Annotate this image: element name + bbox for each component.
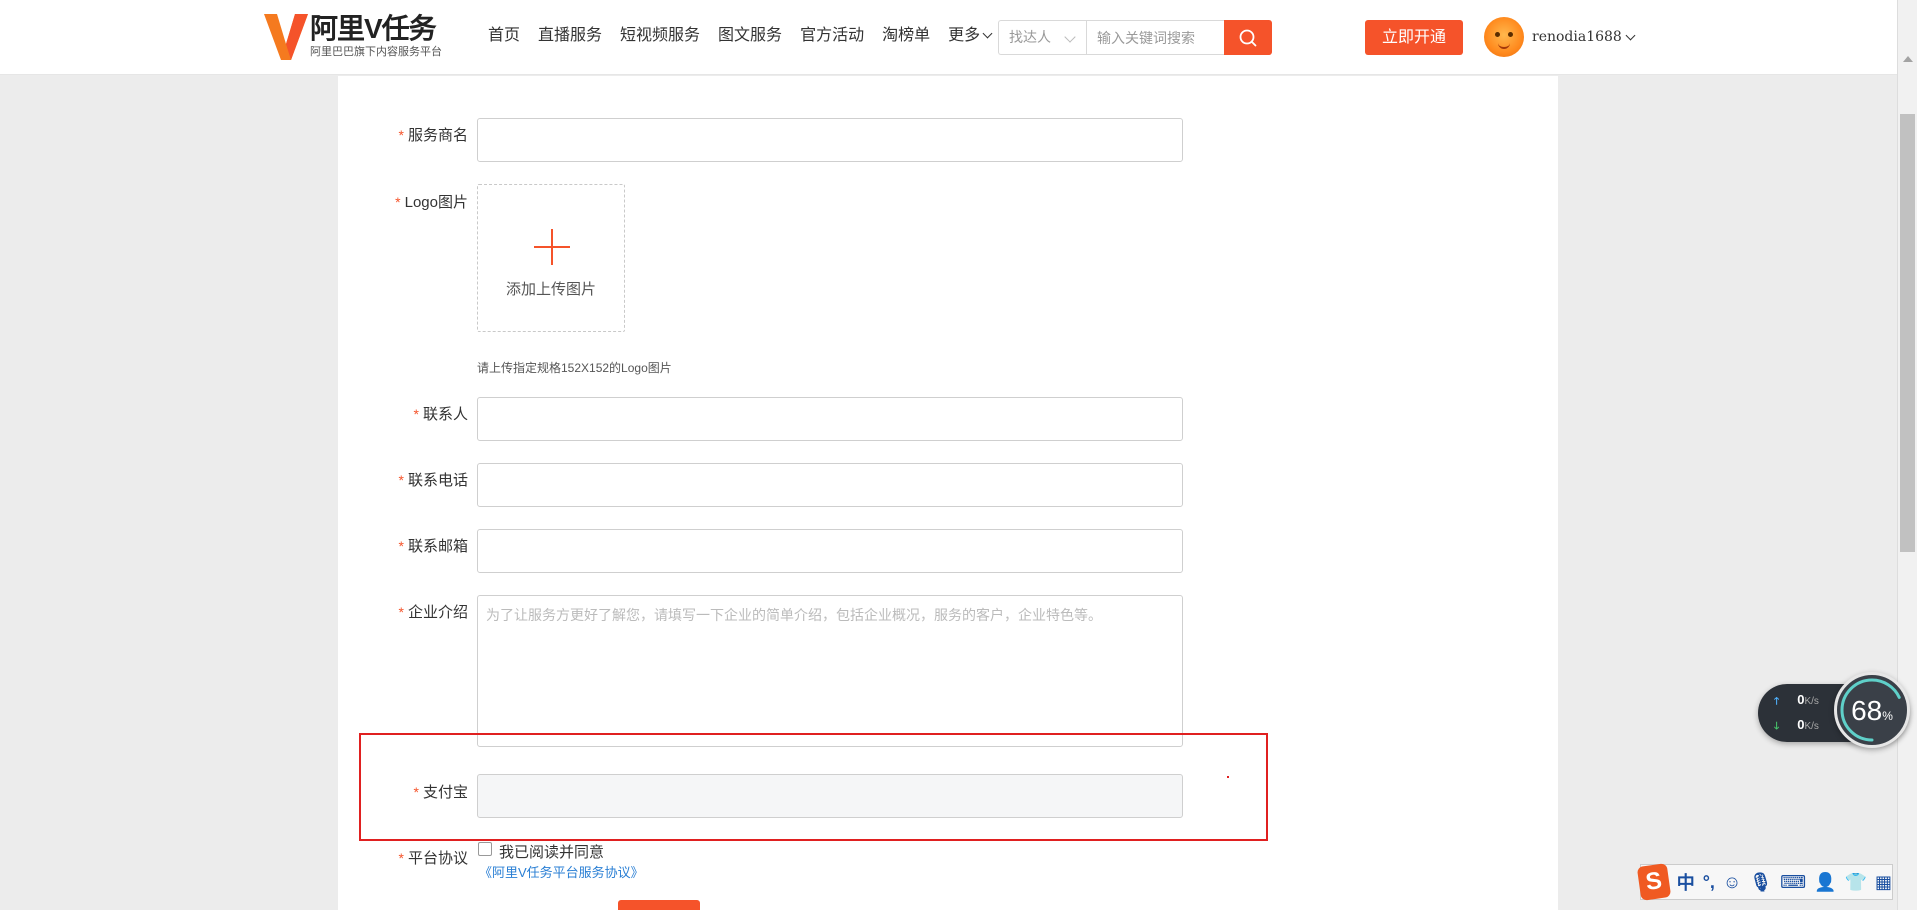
contact-input[interactable] [477, 397, 1183, 441]
upload-text: 添加上传图片 [505, 281, 596, 298]
ime-toolbar: S 中 °, ☺ 🎙 ⌨ 👤 👕 ▦ [1636, 863, 1893, 901]
v-logo-icon [264, 14, 308, 60]
grid-icon[interactable]: ▦ [1875, 872, 1892, 893]
main-nav: 首页 直播服务 短视频服务 图文服务 官方活动 淘榜单 更多 [488, 26, 1009, 46]
memory-gauge[interactable]: 68% [1834, 672, 1910, 748]
agree-text: 我已阅读并同意 [499, 844, 605, 861]
logo-hint: 请上传指定规格152X152的Logo图片 [477, 361, 672, 375]
intro-label: * 企业介绍 [398, 604, 468, 621]
username: renodia1688 [1532, 29, 1622, 45]
search-type-value: 找达人 [1009, 29, 1051, 45]
gauge-percent: 68% [1851, 695, 1893, 726]
nav-home[interactable]: 首页 [488, 26, 520, 46]
scroll-up-arrow-icon[interactable] [1903, 56, 1913, 62]
phone-label: * 联系电话 [398, 472, 468, 489]
nav-live[interactable]: 直播服务 [538, 26, 602, 46]
logo-upload[interactable]: 添加上传图片 [477, 184, 625, 332]
intro-textarea[interactable]: 为了让服务方更好了解您，请填写一下企业的简单介绍，包括企业概况，服务的客户，企业… [477, 595, 1183, 747]
skin-icon[interactable]: 👕 [1845, 872, 1867, 893]
chevron-down-icon [1625, 30, 1636, 40]
microphone-icon[interactable]: 🎙 [1749, 872, 1772, 893]
user-menu[interactable]: renodia1688 [1484, 17, 1636, 57]
sogou-logo-icon[interactable]: S [1636, 863, 1671, 901]
download-speed: 🡓 0K/s [1774, 717, 1819, 732]
red-dot [1227, 776, 1229, 778]
nav-article[interactable]: 图文服务 [718, 26, 782, 46]
top-header: 阿里V任务 阿里巴巴旗下内容服务平台 首页 直播服务 短视频服务 图文服务 官方… [0, 0, 1897, 75]
nav-more-label: 更多 [948, 27, 981, 44]
ime-mode-toggle[interactable]: 中 [1677, 869, 1695, 895]
email-label: * 联系邮箱 [398, 538, 468, 555]
search-bar: 找达人 [998, 20, 1272, 55]
download-arrow-icon: 🡓 [1774, 721, 1780, 732]
site-logo[interactable]: 阿里V任务 阿里巴巴旗下内容服务平台 [264, 14, 442, 60]
email-input[interactable] [477, 529, 1183, 573]
contact-label: * 联系人 [413, 406, 468, 423]
service-name-label: * 服务商名 [398, 127, 468, 144]
upload-speed: 🡑 0K/s [1774, 692, 1819, 707]
logo-title: 阿里V任务 [310, 13, 437, 44]
open-now-button[interactable]: 立即开通 [1365, 20, 1463, 55]
logo-subtitle: 阿里巴巴旗下内容服务平台 [310, 46, 442, 58]
search-icon [1239, 29, 1257, 46]
page-scrollbar[interactable] [1897, 0, 1917, 910]
search-button[interactable] [1224, 20, 1272, 55]
user-icon[interactable]: 👤 [1814, 872, 1836, 893]
nav-activity[interactable]: 官方活动 [800, 26, 864, 46]
agreement-link[interactable]: 《阿里V任务平台服务协议》 [479, 862, 644, 881]
keyboard-icon[interactable]: ⌨ [1780, 872, 1806, 893]
highlight-box [359, 733, 1268, 841]
avatar [1484, 17, 1524, 57]
nav-more[interactable]: 更多 [948, 26, 993, 46]
logo-label: * Logo图片 [395, 194, 468, 211]
service-name-input[interactable] [477, 118, 1183, 162]
scroll-thumb[interactable] [1900, 114, 1915, 552]
search-type-select[interactable]: 找达人 [998, 20, 1086, 55]
nav-ranking[interactable]: 淘榜单 [882, 26, 930, 46]
search-input[interactable] [1086, 20, 1224, 55]
nav-short-video[interactable]: 短视频服务 [620, 26, 700, 46]
agreement-label: * 平台协议 [398, 850, 468, 867]
phone-input[interactable] [477, 463, 1183, 507]
agree-checkbox[interactable] [478, 842, 492, 856]
chevron-down-icon [982, 28, 993, 39]
submit-button[interactable] [618, 900, 700, 910]
upload-arrow-icon: 🡑 [1774, 696, 1780, 707]
emoji-icon[interactable]: ☺ [1723, 872, 1741, 893]
chevron-down-icon [1064, 31, 1076, 43]
ime-punct-toggle[interactable]: °, [1703, 872, 1715, 893]
